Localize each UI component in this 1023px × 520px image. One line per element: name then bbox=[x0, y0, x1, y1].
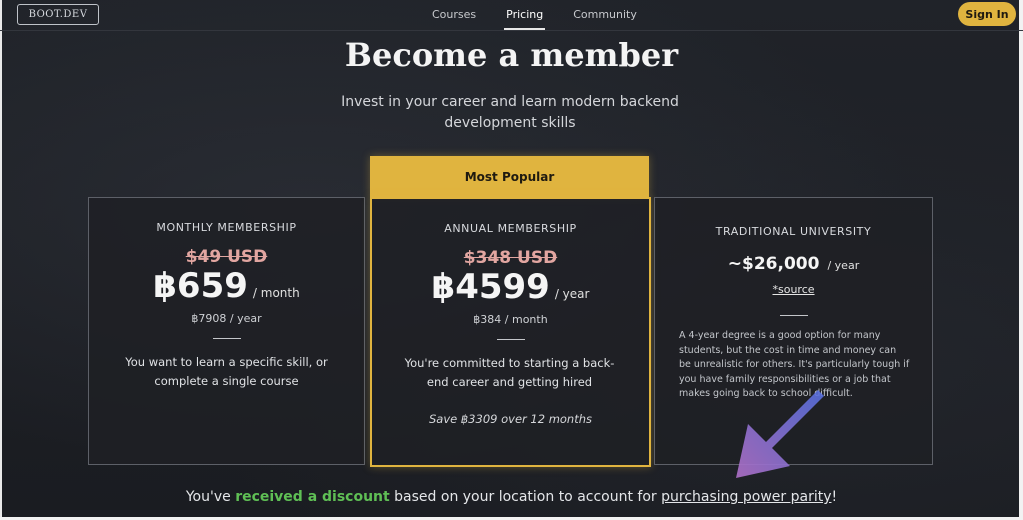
divider bbox=[779, 315, 808, 316]
screenshot-border-right bbox=[1019, 0, 1023, 520]
original-price: $49 USD bbox=[185, 247, 268, 267]
price-row: ฿4599 / year bbox=[372, 267, 649, 307]
price-alt: ฿7908 / year bbox=[191, 312, 262, 325]
discount-text-suffix: ! bbox=[831, 489, 838, 505]
savings-note: Save ฿3309 over 12 months bbox=[428, 412, 593, 426]
annual-plan-card[interactable]: ANNUAL MEMBERSHIP $348 USD ฿4599 / year … bbox=[370, 197, 651, 467]
discount-text-prefix: You've bbox=[185, 489, 236, 505]
plan-price: ฿659 bbox=[153, 266, 248, 306]
page-title: Become a member bbox=[344, 36, 679, 74]
original-price: $348 USD bbox=[463, 248, 558, 268]
price-row: ฿659 / month bbox=[89, 266, 364, 306]
page-subtitle: Invest in your career and learn modern b… bbox=[341, 94, 679, 131]
plan-description: You're committed to starting a back-end … bbox=[404, 356, 615, 389]
annotation-arrow-icon bbox=[736, 378, 824, 478]
divider bbox=[212, 338, 241, 339]
discount-highlight: received a discount bbox=[235, 489, 390, 505]
price-period: / month bbox=[252, 286, 300, 300]
plan-title: ANNUAL MEMBERSHIP bbox=[444, 222, 577, 235]
ppp-link[interactable]: purchasing power parity bbox=[661, 489, 831, 505]
nav-link-pricing[interactable]: Pricing bbox=[504, 8, 546, 30]
price-alt: ฿384 / month bbox=[473, 313, 548, 326]
source-link[interactable]: *source bbox=[655, 283, 932, 296]
sign-in-button[interactable]: Sign In bbox=[958, 2, 1016, 26]
price-period: / year bbox=[554, 287, 590, 301]
bootdev-logo[interactable]: BOOT.DEV bbox=[17, 4, 99, 25]
divider bbox=[496, 339, 525, 340]
nav-links: Courses Pricing Community bbox=[432, 8, 667, 30]
plan-price: ฿4599 bbox=[431, 267, 550, 307]
top-nav: BOOT.DEV Courses Pricing Community Sign … bbox=[0, 0, 1023, 31]
plan-title: TRADITIONAL UNIVERSITY bbox=[715, 225, 872, 238]
price-period: / year bbox=[827, 259, 860, 272]
nav-link-community[interactable]: Community bbox=[573, 8, 637, 21]
most-popular-badge: Most Popular bbox=[370, 156, 649, 197]
discount-text-middle: based on your location to account for bbox=[389, 489, 662, 505]
plan-title: MONTHLY MEMBERSHIP bbox=[156, 221, 297, 234]
price-row: ~$26,000 / year bbox=[655, 254, 932, 274]
plan-price: ~$26,000 bbox=[727, 254, 820, 274]
discount-notice: You've received a discount based on your… bbox=[0, 489, 1023, 505]
nav-link-courses[interactable]: Courses bbox=[432, 8, 476, 21]
monthly-plan-card[interactable]: MONTHLY MEMBERSHIP $49 USD ฿659 / month … bbox=[88, 197, 365, 465]
screenshot-border-left bbox=[0, 0, 2, 520]
plan-description: You want to learn a specific skill, or c… bbox=[125, 355, 328, 388]
